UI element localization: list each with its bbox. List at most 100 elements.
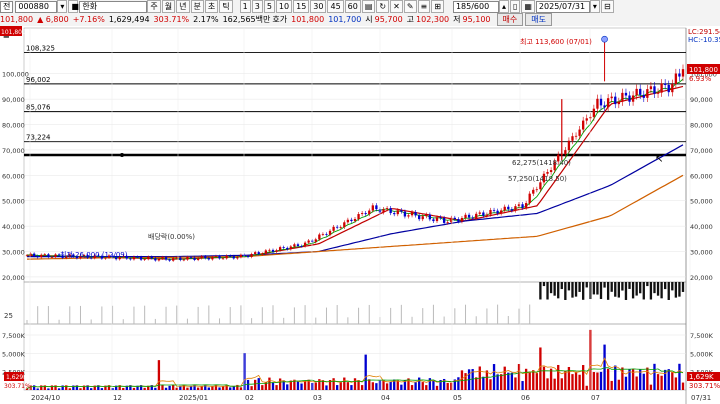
osc-bar-neg: [656, 282, 660, 296]
candle-body: [328, 230, 332, 235]
buy-button[interactable]: 매수: [496, 13, 524, 26]
candle-body: [268, 249, 271, 251]
candle-body: [642, 94, 645, 98]
change-rate: +7.16%: [72, 15, 105, 24]
osc-bar-pos: [208, 305, 210, 324]
osc-bar-neg: [649, 282, 653, 300]
candle-body: [300, 245, 303, 247]
osc-bar-neg: [606, 282, 610, 300]
menu-icon[interactable]: ≡: [417, 0, 431, 13]
period-week-button[interactable]: 주: [147, 0, 161, 13]
osc-bar-neg: [582, 282, 585, 300]
volume-bar: [339, 382, 342, 390]
candle-body: [660, 83, 663, 93]
volume-bar: [425, 385, 428, 390]
candle-body: [350, 219, 353, 222]
stock-chart[interactable]: 108,32596,00285,07673,224 25 7,500K7,500…: [0, 26, 720, 404]
period-year-button[interactable]: 년: [176, 0, 190, 13]
code-type-select[interactable]: 전: [0, 0, 14, 13]
candle-body: [524, 203, 528, 208]
volume-bar: [143, 387, 146, 390]
volume-bar: [532, 370, 535, 390]
candle-body: [264, 250, 268, 254]
candle-body: [132, 256, 136, 260]
candle-body: [439, 217, 442, 219]
interval-10-button[interactable]: 10: [275, 0, 293, 13]
osc-bar-neg: [610, 282, 613, 292]
calendar-icon[interactable]: ▦: [521, 0, 535, 13]
refresh-icon[interactable]: ↻: [376, 0, 390, 13]
candle-body: [539, 182, 542, 190]
osc-bar-neg: [592, 282, 596, 295]
chart-toolbar: 전 000880 ▾ ■ 한화 주 월 년 분 초 틱 1 3 5 10 15 …: [0, 0, 720, 27]
stock-name-field[interactable]: 한화: [79, 0, 148, 13]
candle-body: [631, 95, 635, 102]
volume-bar: [503, 366, 506, 390]
date-tick: 07: [591, 394, 600, 402]
date-picker-icon[interactable]: ▾: [589, 0, 600, 13]
grid-icon[interactable]: ⊟: [600, 0, 614, 13]
hoga-label: 호가: [272, 15, 288, 24]
cross-icon[interactable]: ✕: [390, 0, 403, 13]
interval-1-button[interactable]: 1: [239, 0, 251, 13]
candle-body: [275, 250, 278, 252]
trade-amount: 162,565백만: [222, 15, 271, 24]
candle-body: [603, 105, 606, 108]
interval-15-button[interactable]: 15: [293, 0, 310, 13]
bar-count-up-icon[interactable]: ▴: [498, 0, 509, 13]
candle-body: [571, 136, 574, 141]
draw-icon[interactable]: ✎: [403, 0, 417, 13]
osc-bar-neg: [681, 282, 685, 292]
period-tick-button[interactable]: 틱: [219, 0, 233, 13]
stock-code-input[interactable]: 000880: [15, 0, 58, 13]
high-price: 102,300: [416, 15, 450, 24]
candle-body: [500, 210, 503, 214]
bar-count-field[interactable]: 185/600: [452, 0, 499, 13]
candle-body: [482, 212, 485, 216]
volume-bar: [678, 363, 681, 390]
volume-bar: [639, 369, 642, 390]
search-icon[interactable]: ▾: [57, 0, 68, 13]
volume-bar: [653, 363, 656, 390]
osc-bar-pos: [518, 308, 520, 324]
date-field[interactable]: 2025/07/31: [535, 0, 590, 13]
candle-body: [271, 249, 275, 252]
interval-30-button[interactable]: 30: [310, 0, 327, 13]
period-minute-button[interactable]: 분: [190, 0, 204, 13]
volume-bar: [400, 384, 403, 390]
candle-body: [32, 253, 36, 256]
candle-body: [343, 222, 346, 228]
interval-5-button[interactable]: 5: [263, 0, 275, 13]
zoom-icon[interactable]: ⊞: [431, 0, 444, 13]
candle-body: [400, 210, 403, 212]
candle-body: [674, 73, 678, 85]
candle-body: [368, 210, 371, 215]
candle-body: [421, 216, 424, 220]
candle-body: [314, 239, 317, 242]
price-tick-left: 20,000: [2, 274, 25, 282]
candle-body: [467, 214, 471, 218]
interval-3-button[interactable]: 3: [251, 0, 263, 13]
candle-body: [261, 253, 264, 255]
sell-button[interactable]: 매도: [525, 13, 552, 26]
period-month-button[interactable]: 월: [161, 0, 176, 13]
candle-body: [147, 256, 150, 260]
volume-bar: [642, 373, 645, 390]
period-second-button[interactable]: 초: [204, 0, 219, 13]
osc-bar-neg: [603, 282, 606, 288]
candle-body: [385, 208, 389, 210]
volume-bar: [332, 378, 335, 390]
open-price: 95,700: [374, 15, 403, 24]
ma-annotation-1: 62,275(1418.40): [512, 159, 571, 167]
interval-45-button[interactable]: 45: [327, 0, 344, 13]
osc-bar-neg: [653, 282, 656, 294]
price-tick-right: 40,000: [690, 223, 713, 231]
candle-body: [225, 255, 228, 259]
settings-icon[interactable]: ▤: [361, 0, 376, 13]
lock-icon[interactable]: ▯: [509, 0, 521, 13]
interval-60-button[interactable]: 60: [344, 0, 361, 13]
volume-bar: [599, 371, 603, 390]
osc-bar-neg: [542, 282, 546, 287]
candle-body: [496, 210, 499, 214]
volume-bar: [164, 387, 168, 390]
